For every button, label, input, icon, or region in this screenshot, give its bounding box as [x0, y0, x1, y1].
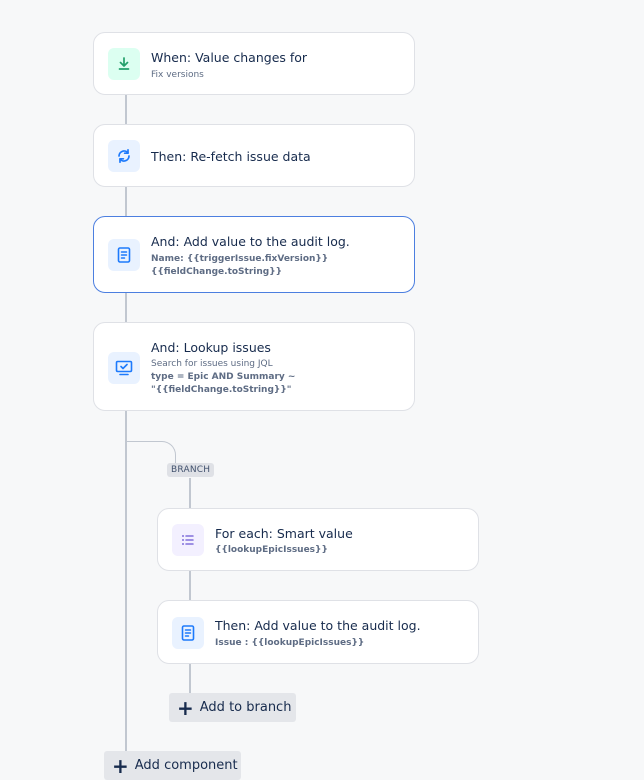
download-icon	[108, 48, 140, 80]
branch-audit-log-card[interactable]: Then: Add value to the audit log. Issue …	[157, 600, 479, 664]
lookup-jql-line2: "{{fieldChange.toString}}"	[151, 385, 292, 395]
trigger-title: When: Value changes for	[151, 50, 308, 65]
monitor-check-icon	[108, 352, 140, 384]
list-icon	[172, 524, 204, 556]
branch-tag: BRANCH	[167, 463, 215, 477]
add-to-branch-label: Add to branch	[199, 700, 292, 715]
lookup-jql-line1: type = Epic AND Summary ~	[151, 372, 296, 382]
refresh-icon	[108, 140, 140, 172]
add-component-label: Add component	[134, 758, 238, 773]
audit-log-card[interactable]: And: Add value to the audit log. Name: {…	[93, 216, 415, 293]
add-to-branch-button[interactable]: + Add to branch	[169, 693, 296, 722]
refetch-card[interactable]: Then: Re-fetch issue data	[93, 124, 415, 187]
audit-log-line2: {{fieldChange.toString}}	[151, 267, 283, 277]
branch-connector-horizontal	[126, 441, 176, 463]
trigger-card[interactable]: When: Value changes for Fix versions	[93, 32, 415, 95]
plus-icon: +	[112, 753, 129, 778]
lookup-title: And: Lookup issues	[151, 340, 271, 355]
for-each-title: For each: Smart value	[215, 526, 353, 541]
lookup-issues-card[interactable]: And: Lookup issues Search for issues usi…	[93, 322, 415, 411]
document-icon	[172, 617, 204, 649]
add-component-button[interactable]: + Add component	[104, 751, 241, 780]
audit-log-line1: Name: {{triggerIssue.fixVersion}}	[151, 254, 329, 264]
lookup-subtitle: Search for issues using JQL	[151, 359, 273, 369]
plus-icon: +	[177, 695, 194, 720]
trigger-subtitle: Fix versions	[151, 70, 204, 80]
branch-audit-log-value: Issue : {{lookupEpicIssues}}	[215, 638, 365, 648]
branch-audit-log-title: Then: Add value to the audit log.	[215, 618, 421, 633]
audit-log-title: And: Add value to the audit log.	[151, 234, 350, 249]
for-each-value: {{lookupEpicIssues}}	[215, 545, 328, 555]
main-connector-line	[125, 94, 127, 769]
refetch-title: Then: Re-fetch issue data	[151, 149, 311, 164]
document-icon	[108, 239, 140, 271]
for-each-card[interactable]: For each: Smart value {{lookupEpicIssues…	[157, 508, 479, 571]
